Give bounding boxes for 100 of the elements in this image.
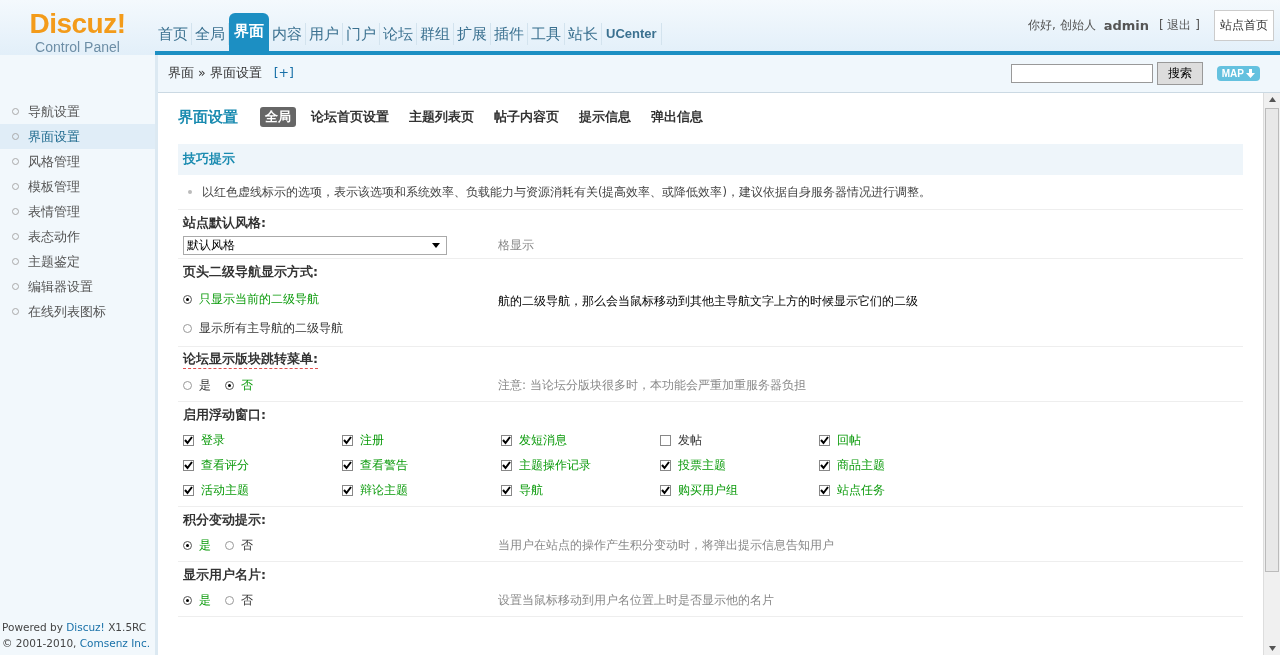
- radio-option[interactable]: 是: [183, 373, 211, 398]
- powered-text: Powered by: [2, 621, 63, 633]
- checkbox-option[interactable]: 购买用户组: [660, 478, 819, 503]
- caret-icon: [432, 243, 440, 248]
- scroll-up-icon[interactable]: [1268, 97, 1276, 102]
- copyright-text: © 2001-2010,: [2, 637, 77, 649]
- setting-label: 站点默认风格:: [183, 214, 266, 232]
- checkbox-option[interactable]: 导航: [501, 478, 660, 503]
- radio-option[interactable]: 否: [225, 373, 253, 398]
- setting-label: 启用浮动窗口:: [183, 406, 266, 424]
- sidebar-item[interactable]: 编辑器设置: [0, 274, 155, 299]
- product-link[interactable]: Discuz!: [66, 621, 105, 633]
- radio-option[interactable]: 是: [183, 533, 211, 558]
- scroll-thumb[interactable]: [1265, 108, 1279, 572]
- page-title: 界面设置: [178, 107, 238, 127]
- search-button[interactable]: 搜索: [1156, 62, 1203, 85]
- checkbox[interactable]: [660, 485, 671, 496]
- checkbox[interactable]: [501, 460, 512, 471]
- nav-tab[interactable]: 工具: [528, 23, 565, 45]
- checkbox-option[interactable]: 投票主题: [660, 453, 819, 478]
- checkbox[interactable]: [819, 460, 830, 471]
- checkbox[interactable]: [819, 485, 830, 496]
- sidebar-item[interactable]: 风格管理: [0, 149, 155, 174]
- logout-link[interactable]: [ 退出 ]: [1159, 17, 1200, 34]
- sub-tab[interactable]: 弹出信息: [646, 107, 708, 127]
- sub-tab[interactable]: 论坛首页设置: [306, 107, 394, 127]
- greeting-text: 你好, 创始人: [1028, 17, 1096, 34]
- user-name: admin: [1103, 18, 1149, 33]
- nav-tab[interactable]: 用户: [306, 23, 343, 45]
- checkbox-option[interactable]: 站点任务: [819, 478, 978, 503]
- checkbox[interactable]: [183, 435, 194, 446]
- sidebar-item[interactable]: 主题鉴定: [0, 249, 155, 274]
- radio-option[interactable]: 否: [225, 533, 253, 558]
- down-arrow-icon: [1246, 69, 1255, 78]
- nav-tab[interactable]: 插件: [491, 23, 528, 45]
- sidebar-item[interactable]: 模板管理: [0, 174, 155, 199]
- checkbox-option[interactable]: 主题操作记录: [501, 453, 660, 478]
- sidebar-item[interactable]: 界面设置: [0, 124, 155, 149]
- scroll-down-icon[interactable]: [1268, 646, 1276, 651]
- sidebar-item[interactable]: 在线列表图标: [0, 299, 155, 324]
- checkbox-option[interactable]: 查看警告: [342, 453, 501, 478]
- checkbox-option[interactable]: 发短消息: [501, 428, 660, 453]
- sub-tab[interactable]: 提示信息: [574, 107, 636, 127]
- setting-label: 页头二级导航显示方式:: [183, 263, 318, 281]
- nav-tab[interactable]: 界面: [229, 13, 269, 51]
- style-dropdown[interactable]: 默认风格: [183, 236, 447, 255]
- setting-hint: 当用户在站点的操作产生积分变动时，将弹出提示信息告知用户: [498, 537, 834, 554]
- checkbox[interactable]: [660, 460, 671, 471]
- sidebar-item[interactable]: 表态动作: [0, 224, 155, 249]
- breadcrumb-separator: »: [198, 65, 206, 82]
- sub-tab[interactable]: 帖子内容页: [489, 107, 564, 127]
- logo-subtitle: Control Panel: [35, 38, 120, 55]
- checkbox-option[interactable]: 注册: [342, 428, 501, 453]
- checkbox[interactable]: [819, 435, 830, 446]
- nav-tab[interactable]: 论坛: [380, 23, 417, 45]
- setting-hint: 设置当鼠标移动到用户名位置上时是否显示他的名片: [498, 592, 774, 609]
- sidebar-item[interactable]: 表情管理: [0, 199, 155, 224]
- nav-tab[interactable]: 门户: [343, 23, 380, 45]
- nav-tab[interactable]: 内容: [269, 23, 306, 45]
- checkbox-option[interactable]: 登录: [183, 428, 342, 453]
- search-field[interactable]: [1010, 64, 1153, 83]
- checkbox-option[interactable]: 活动主题: [183, 478, 342, 503]
- breadcrumb-current: 界面设置: [209, 65, 262, 82]
- nav-tab[interactable]: 群组: [417, 23, 454, 45]
- sub-tab[interactable]: 全局: [260, 107, 296, 127]
- checkbox[interactable]: [660, 435, 671, 446]
- radio-option[interactable]: 只显示当前的二级导航: [183, 285, 498, 314]
- site-home-button[interactable]: 站点首页: [1214, 10, 1274, 41]
- checkbox-option[interactable]: 辩论主题: [342, 478, 501, 503]
- nav-tab[interactable]: UCenter: [602, 23, 662, 45]
- breadcrumb-link[interactable]: 界面: [168, 65, 194, 82]
- company-link[interactable]: Comsenz Inc.: [79, 637, 151, 649]
- add-shortcut-link[interactable]: [+]: [273, 65, 294, 82]
- setting-hint: 格显示: [498, 237, 534, 254]
- tips-title: 技巧提示: [183, 151, 235, 168]
- checkbox-option[interactable]: 发帖: [660, 428, 819, 453]
- checkbox[interactable]: [342, 460, 353, 471]
- nav-tab[interactable]: 站长: [565, 23, 602, 45]
- checkbox[interactable]: [183, 485, 194, 496]
- checkbox-option[interactable]: 查看评分: [183, 453, 342, 478]
- setting-label: 论坛显示版块跳转菜单:: [183, 351, 318, 369]
- scrollbar[interactable]: [1263, 93, 1280, 655]
- checkbox[interactable]: [501, 435, 512, 446]
- setting-label: 显示用户名片:: [183, 566, 266, 584]
- checkbox[interactable]: [183, 460, 194, 471]
- checkbox-option[interactable]: 商品主题: [819, 453, 978, 478]
- checkbox[interactable]: [342, 435, 353, 446]
- nav-tab[interactable]: 扩展: [454, 23, 491, 45]
- radio-option[interactable]: 否: [225, 588, 253, 613]
- setting-hint: 航的二级导航，那么会当鼠标移动到其他主导航文字上方的时候显示它们的二级: [498, 293, 918, 310]
- sidebar-item[interactable]: 导航设置: [0, 99, 155, 124]
- radio-option[interactable]: 是: [183, 588, 211, 613]
- checkbox[interactable]: [342, 485, 353, 496]
- sub-tab[interactable]: 主题列表页: [404, 107, 479, 127]
- radio-option[interactable]: 显示所有主导航的二级导航: [183, 314, 498, 343]
- nav-tab[interactable]: 首页: [155, 23, 192, 45]
- checkbox-option[interactable]: 回帖: [819, 428, 978, 453]
- setting-hint: 注意: 当论坛分版块很多时，本功能会严重加重服务器负担: [498, 377, 806, 394]
- setting-label: 积分变动提示:: [183, 511, 266, 529]
- checkbox[interactable]: [501, 485, 512, 496]
